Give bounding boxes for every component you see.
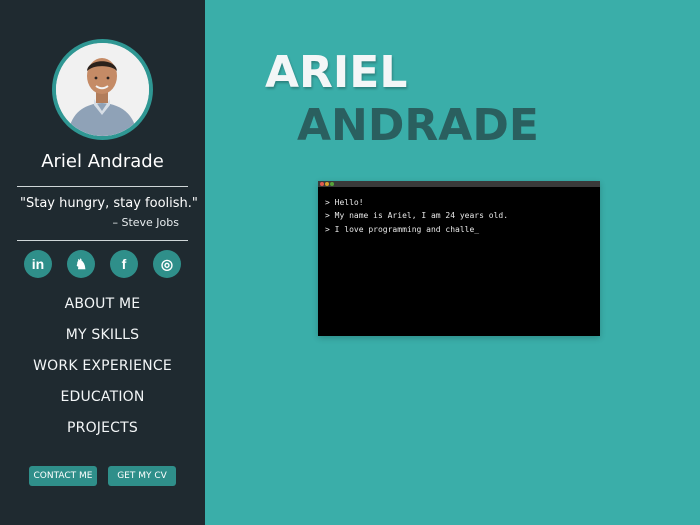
quote-author: – Steve Jobs [112, 216, 179, 229]
sidebar: Ariel Andrade "Stay hungry, stay foolish… [0, 0, 205, 525]
person-illustration [56, 43, 149, 136]
quote-text: "Stay hungry, stay foolish." [20, 196, 198, 211]
nav-work-experience[interactable]: WORK EXPERIENCE [0, 358, 205, 374]
terminal-window: > Hello! > My name is Ariel, I am 24 yea… [318, 181, 600, 336]
instagram-glyph: ◎ [160, 255, 174, 272]
github-icon[interactable]: ♞ [67, 250, 95, 278]
contact-me-button[interactable]: CONTACT ME [29, 466, 97, 486]
terminal-line: > I love programming and challe_ [325, 225, 480, 234]
nav-projects[interactable]: PROJECTS [0, 420, 205, 436]
terminal-title-bar [318, 181, 600, 187]
maximize-dot-icon [330, 182, 334, 186]
avatar [52, 39, 153, 140]
nav-my-skills[interactable]: MY SKILLS [0, 327, 205, 343]
facebook-glyph: f [121, 256, 127, 272]
divider-top [17, 186, 188, 187]
terminal-line: > Hello! [325, 198, 364, 207]
get-my-cv-button[interactable]: GET MY CV [108, 466, 176, 486]
profile-name: Ariel Andrade [41, 151, 164, 172]
minimize-dot-icon [325, 182, 329, 186]
nav-about-me[interactable]: ABOUT ME [0, 296, 205, 312]
close-dot-icon [320, 182, 324, 186]
facebook-icon[interactable]: f [110, 250, 138, 278]
instagram-icon[interactable]: ◎ [153, 250, 181, 278]
headline-first-name: ARIEL [265, 47, 408, 98]
linkedin-icon[interactable]: in [24, 250, 52, 278]
terminal-line: > My name is Ariel, I am 24 years old. [325, 211, 509, 220]
linkedin-glyph: in [31, 256, 45, 272]
github-glyph: ♞ [74, 255, 88, 272]
nav-education[interactable]: EDUCATION [0, 389, 205, 405]
divider-bottom [17, 240, 188, 241]
profile-photo [56, 43, 149, 136]
social-links: in ♞ f ◎ [0, 250, 205, 279]
headline-last-name: ANDRADE [297, 100, 539, 151]
